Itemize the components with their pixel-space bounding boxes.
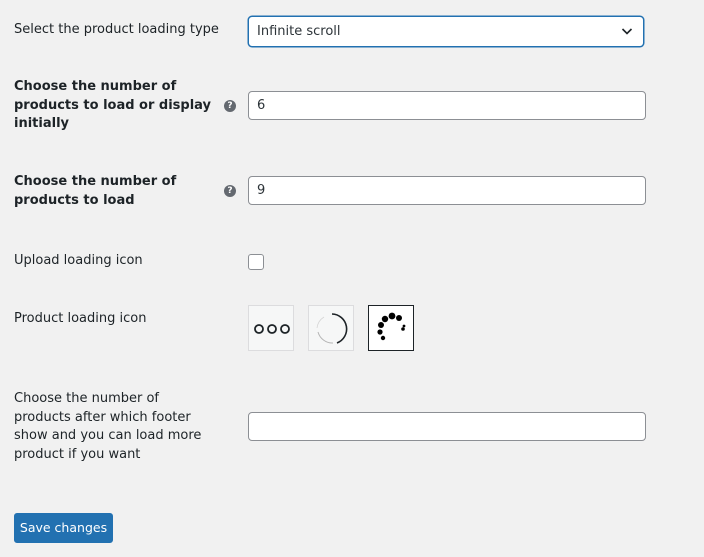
footer-after-label-line: product if you want — [14, 446, 141, 462]
loading-icon-option-selected[interactable] — [368, 305, 414, 351]
footer-after-label-line: Choose the number of — [14, 391, 159, 406]
loading-icon-label: Product loading icon — [14, 311, 147, 326]
upload-icon-label: Upload loading icon — [14, 253, 143, 268]
three-dots-icon — [254, 324, 290, 334]
loading-type-select[interactable]: Infinite scroll — [248, 16, 644, 47]
load-count-label-line: products to load — [14, 192, 135, 208]
help-icon[interactable]: ? — [224, 185, 236, 197]
footer-after-label-line: show and you can load more — [14, 428, 202, 443]
initial-count-label-line: products to load or display — [14, 97, 212, 113]
load-count-label-line: Choose the number of — [14, 174, 177, 189]
footer-after-input[interactable] — [248, 412, 646, 441]
load-count-input[interactable]: 9 — [248, 176, 646, 205]
footer-after-label-line: products after which footer — [14, 409, 191, 425]
initial-count-label: Choose the number of products to load or… — [14, 78, 211, 134]
save-changes-button[interactable]: Save changes — [14, 513, 113, 543]
spinner-ring-icon — [316, 313, 348, 344]
chevron-down-icon — [621, 28, 633, 35]
initial-count-input[interactable]: 6 — [248, 91, 646, 120]
upload-icon-checkbox[interactable] — [248, 254, 264, 270]
dotted-spinner-icon — [377, 312, 406, 341]
initial-count-label-line: Choose the number of — [14, 79, 177, 94]
load-count-label: Choose the number of products to load — [14, 173, 176, 210]
settings-page: Select the product loading type Infinite… — [0, 0, 704, 557]
help-icon[interactable]: ? — [224, 100, 236, 112]
loading-icon-option[interactable] — [248, 305, 294, 351]
loading-type-label: Select the product loading type — [14, 22, 219, 37]
footer-after-label: Choose the number of products after whic… — [14, 390, 201, 464]
loading-icon-option[interactable] — [308, 305, 354, 351]
loading-type-selected-value: Infinite scroll — [257, 24, 341, 39]
initial-count-label-line: initially — [14, 116, 69, 131]
